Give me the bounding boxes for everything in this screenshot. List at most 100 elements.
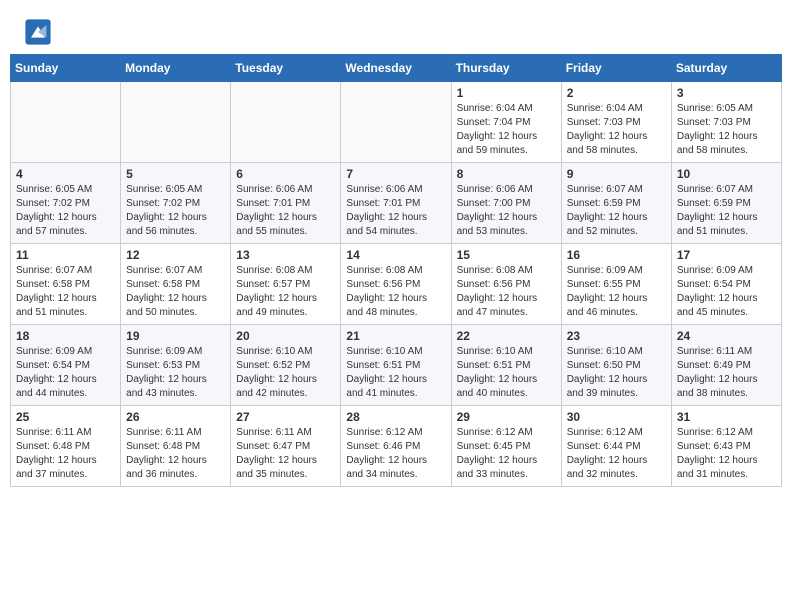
- day-number: 11: [16, 248, 115, 262]
- day-info: Sunrise: 6:11 AM Sunset: 6:48 PM Dayligh…: [16, 426, 115, 482]
- calendar-day-cell: 19Sunrise: 6:09 AM Sunset: 6:53 PM Dayli…: [121, 325, 231, 406]
- col-header-friday: Friday: [561, 55, 671, 82]
- calendar-day-cell: 2 Sunrise: 6:04 AM Sunset: 7:03 PM Daylig…: [561, 82, 671, 163]
- day-info: Sunrise: 6:09 AM Sunset: 6:55 PM Dayligh…: [567, 264, 666, 320]
- day-number: 18: [16, 329, 115, 343]
- calendar-day-cell: 23 Sunrise: 6:10 AM Sunset: 6:50 PM Dayli…: [561, 325, 671, 406]
- calendar-day-cell: 5Sunrise: 6:05 AM Sunset: 7:02 PM Daylig…: [121, 163, 231, 244]
- calendar-day-cell: 11Sunrise: 6:07 AM Sunset: 6:58 PM Dayli…: [11, 244, 121, 325]
- day-number: 13: [236, 248, 335, 262]
- day-info: Sunrise: 6:11 AM Sunset: 6:49 PM Dayligh…: [677, 345, 776, 401]
- day-number: 3: [677, 86, 776, 100]
- day-info: Sunrise: 6:10 AM Sunset: 6:50 PM Dayligh…: [567, 345, 666, 401]
- day-number: 12: [126, 248, 225, 262]
- calendar-day-cell: 27 Sunrise: 6:11 AM Sunset: 6:47 PM Dayli…: [231, 406, 341, 487]
- calendar-day-cell: [231, 82, 341, 163]
- day-info: Sunrise: 6:08 AM Sunset: 6:56 PM Dayligh…: [457, 264, 556, 320]
- calendar-day-cell: 6 Sunrise: 6:06 AM Sunset: 7:01 PM Daylig…: [231, 163, 341, 244]
- day-number: 27: [236, 410, 335, 424]
- day-number: 17: [677, 248, 776, 262]
- day-number: 8: [457, 167, 556, 181]
- day-number: 10: [677, 167, 776, 181]
- day-number: 2: [567, 86, 666, 100]
- day-info: Sunrise: 6:12 AM Sunset: 6:44 PM Dayligh…: [567, 426, 666, 482]
- day-info: Sunrise: 6:12 AM Sunset: 6:46 PM Dayligh…: [346, 426, 445, 482]
- day-info: Sunrise: 6:08 AM Sunset: 6:57 PM Dayligh…: [236, 264, 335, 320]
- calendar-day-cell: 7Sunrise: 6:06 AM Sunset: 7:01 PM Daylig…: [341, 163, 451, 244]
- calendar-day-cell: 16 Sunrise: 6:09 AM Sunset: 6:55 PM Dayli…: [561, 244, 671, 325]
- calendar-header-row: SundayMondayTuesdayWednesdayThursdayFrid…: [11, 55, 782, 82]
- calendar-day-cell: 30 Sunrise: 6:12 AM Sunset: 6:44 PM Dayli…: [561, 406, 671, 487]
- calendar-day-cell: 14 Sunrise: 6:08 AM Sunset: 6:56 PM Dayli…: [341, 244, 451, 325]
- day-number: 9: [567, 167, 666, 181]
- calendar-day-cell: 12 Sunrise: 6:07 AM Sunset: 6:58 PM Dayli…: [121, 244, 231, 325]
- day-info: Sunrise: 6:05 AM Sunset: 7:03 PM Dayligh…: [677, 102, 776, 158]
- col-header-monday: Monday: [121, 55, 231, 82]
- day-info: Sunrise: 6:07 AM Sunset: 6:58 PM Dayligh…: [126, 264, 225, 320]
- calendar-day-cell: 21Sunrise: 6:10 AM Sunset: 6:51 PM Dayli…: [341, 325, 451, 406]
- day-number: 25: [16, 410, 115, 424]
- calendar-day-cell: 28 Sunrise: 6:12 AM Sunset: 6:46 PM Dayli…: [341, 406, 451, 487]
- calendar-day-cell: 24 Sunrise: 6:11 AM Sunset: 6:49 PM Dayli…: [671, 325, 781, 406]
- logo-icon: [24, 18, 52, 46]
- calendar-week-row: 25 Sunrise: 6:11 AM Sunset: 6:48 PM Dayli…: [11, 406, 782, 487]
- day-number: 26: [126, 410, 225, 424]
- day-info: Sunrise: 6:06 AM Sunset: 7:00 PM Dayligh…: [457, 183, 556, 239]
- day-number: 29: [457, 410, 556, 424]
- day-info: Sunrise: 6:12 AM Sunset: 6:43 PM Dayligh…: [677, 426, 776, 482]
- day-info: Sunrise: 6:04 AM Sunset: 7:03 PM Dayligh…: [567, 102, 666, 158]
- calendar-day-cell: 8 Sunrise: 6:06 AM Sunset: 7:00 PM Daylig…: [451, 163, 561, 244]
- day-number: 22: [457, 329, 556, 343]
- calendar-day-cell: 22 Sunrise: 6:10 AM Sunset: 6:51 PM Dayli…: [451, 325, 561, 406]
- day-number: 14: [346, 248, 445, 262]
- day-info: Sunrise: 6:07 AM Sunset: 6:59 PM Dayligh…: [567, 183, 666, 239]
- calendar-day-cell: 18 Sunrise: 6:09 AM Sunset: 6:54 PM Dayli…: [11, 325, 121, 406]
- day-info: Sunrise: 6:10 AM Sunset: 6:51 PM Dayligh…: [346, 345, 445, 401]
- calendar-day-cell: 29 Sunrise: 6:12 AM Sunset: 6:45 PM Dayli…: [451, 406, 561, 487]
- day-number: 23: [567, 329, 666, 343]
- calendar-body: 1Sunrise: 6:04 AM Sunset: 7:04 PM Daylig…: [11, 82, 782, 487]
- day-number: 20: [236, 329, 335, 343]
- day-info: Sunrise: 6:08 AM Sunset: 6:56 PM Dayligh…: [346, 264, 445, 320]
- calendar-week-row: 1Sunrise: 6:04 AM Sunset: 7:04 PM Daylig…: [11, 82, 782, 163]
- calendar-week-row: 18 Sunrise: 6:09 AM Sunset: 6:54 PM Dayli…: [11, 325, 782, 406]
- col-header-wednesday: Wednesday: [341, 55, 451, 82]
- day-number: 24: [677, 329, 776, 343]
- day-info: Sunrise: 6:06 AM Sunset: 7:01 PM Dayligh…: [346, 183, 445, 239]
- calendar-day-cell: 13 Sunrise: 6:08 AM Sunset: 6:57 PM Dayli…: [231, 244, 341, 325]
- calendar-day-cell: [121, 82, 231, 163]
- day-info: Sunrise: 6:05 AM Sunset: 7:02 PM Dayligh…: [16, 183, 115, 239]
- calendar-day-cell: 9 Sunrise: 6:07 AM Sunset: 6:59 PM Daylig…: [561, 163, 671, 244]
- calendar-day-cell: 17Sunrise: 6:09 AM Sunset: 6:54 PM Dayli…: [671, 244, 781, 325]
- day-info: Sunrise: 6:06 AM Sunset: 7:01 PM Dayligh…: [236, 183, 335, 239]
- day-info: Sunrise: 6:09 AM Sunset: 6:54 PM Dayligh…: [16, 345, 115, 401]
- day-info: Sunrise: 6:07 AM Sunset: 6:59 PM Dayligh…: [677, 183, 776, 239]
- day-info: Sunrise: 6:12 AM Sunset: 6:45 PM Dayligh…: [457, 426, 556, 482]
- calendar-week-row: 11 Sunrise: 6:07 AM Sunset: 6:58 PM Dayli…: [11, 244, 782, 325]
- day-info: Sunrise: 6:10 AM Sunset: 6:52 PM Dayligh…: [236, 345, 335, 401]
- calendar-day-cell: 1Sunrise: 6:04 AM Sunset: 7:04 PM Daylig…: [451, 82, 561, 163]
- calendar-day-cell: 3 Sunrise: 6:05 AM Sunset: 7:03 PM Daylig…: [671, 82, 781, 163]
- calendar-day-cell: 26Sunrise: 6:11 AM Sunset: 6:48 PM Dayli…: [121, 406, 231, 487]
- day-number: 19: [126, 329, 225, 343]
- day-number: 16: [567, 248, 666, 262]
- col-header-saturday: Saturday: [671, 55, 781, 82]
- calendar-day-cell: 20 Sunrise: 6:10 AM Sunset: 6:52 PM Dayli…: [231, 325, 341, 406]
- page-header: [0, 0, 792, 54]
- calendar-day-cell: 15Sunrise: 6:08 AM Sunset: 6:56 PM Dayli…: [451, 244, 561, 325]
- day-info: Sunrise: 6:10 AM Sunset: 6:51 PM Dayligh…: [457, 345, 556, 401]
- day-number: 31: [677, 410, 776, 424]
- calendar-table: SundayMondayTuesdayWednesdayThursdayFrid…: [10, 54, 782, 487]
- day-info: Sunrise: 6:04 AM Sunset: 7:04 PM Dayligh…: [457, 102, 556, 158]
- day-info: Sunrise: 6:11 AM Sunset: 6:47 PM Dayligh…: [236, 426, 335, 482]
- day-number: 6: [236, 167, 335, 181]
- calendar-day-cell: 25 Sunrise: 6:11 AM Sunset: 6:48 PM Dayli…: [11, 406, 121, 487]
- logo: [24, 18, 56, 46]
- col-header-tuesday: Tuesday: [231, 55, 341, 82]
- calendar-day-cell: 10 Sunrise: 6:07 AM Sunset: 6:59 PM Dayli…: [671, 163, 781, 244]
- day-number: 30: [567, 410, 666, 424]
- day-number: 28: [346, 410, 445, 424]
- col-header-sunday: Sunday: [11, 55, 121, 82]
- calendar-day-cell: 31 Sunrise: 6:12 AM Sunset: 6:43 PM Dayli…: [671, 406, 781, 487]
- day-info: Sunrise: 6:05 AM Sunset: 7:02 PM Dayligh…: [126, 183, 225, 239]
